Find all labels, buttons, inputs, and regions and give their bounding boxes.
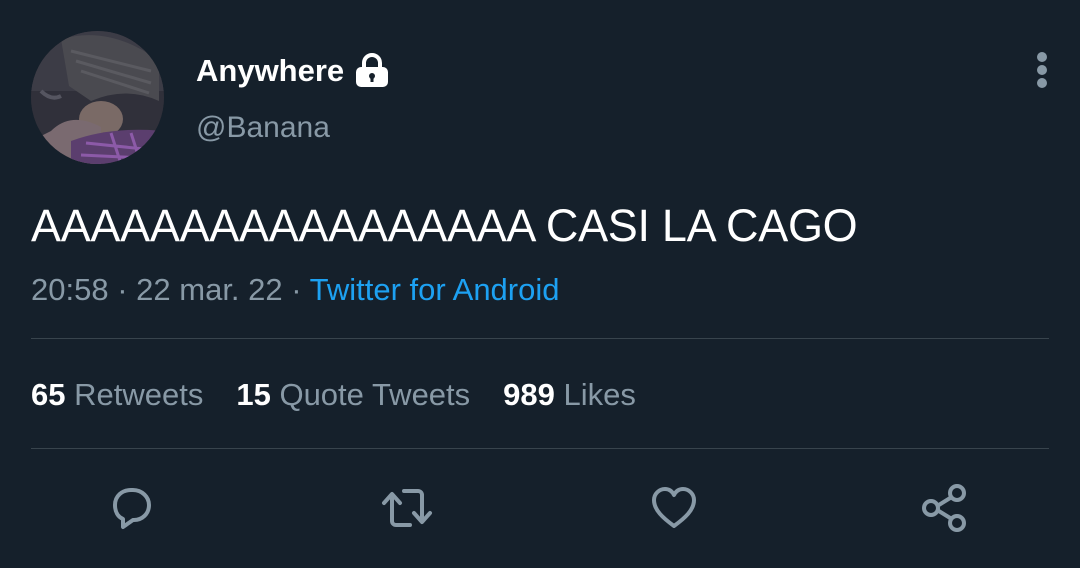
lock-icon — [353, 53, 391, 89]
tweet-metadata: 20:58 · 22 mar. 22 · Twitter for Android — [31, 269, 560, 311]
more-vertical-icon — [1037, 52, 1047, 88]
reply-icon — [113, 488, 151, 529]
likes-stat[interactable]: 989 Likes — [503, 374, 636, 416]
quote-tweets-count: 15 — [236, 377, 271, 412]
retweets-stat[interactable]: 65 Retweets — [31, 374, 203, 416]
tweet-source-link[interactable]: Twitter for Android — [310, 272, 560, 307]
retweets-count: 65 — [31, 377, 66, 412]
avatar[interactable] — [31, 31, 164, 164]
heart-icon — [652, 487, 696, 528]
quote-tweets-label: Quote Tweets — [279, 377, 471, 412]
meta-separator: · — [117, 272, 128, 307]
likes-label: Likes — [563, 377, 636, 412]
retweet-icon — [382, 489, 432, 527]
retweet-button[interactable] — [377, 478, 437, 538]
divider — [31, 448, 1049, 449]
divider — [31, 338, 1049, 339]
retweets-label: Retweets — [74, 377, 204, 412]
tweet-stats: 65 Retweets 15 Quote Tweets 989 Likes — [31, 374, 669, 416]
tweet-text: AAAAAAAAAAAAAAAAA CASI LA CAGO — [31, 200, 858, 251]
quote-tweets-stat[interactable]: 15 Quote Tweets — [236, 374, 470, 416]
author-display-name: Anywhere — [196, 53, 345, 88]
likes-count: 989 — [503, 377, 555, 412]
avatar-image — [31, 31, 164, 164]
more-options-button[interactable] — [1024, 48, 1060, 92]
meta-separator: · — [291, 272, 302, 307]
like-button[interactable] — [644, 478, 704, 538]
reply-button[interactable] — [102, 478, 162, 538]
tweet-time: 20:58 — [31, 272, 109, 307]
share-icon — [922, 484, 966, 532]
share-button[interactable] — [914, 478, 974, 538]
tweet-date: 22 mar. 22 — [136, 272, 283, 307]
author-name[interactable]: Anywhere — [196, 52, 391, 90]
author-handle[interactable]: @Banana — [196, 109, 330, 147]
